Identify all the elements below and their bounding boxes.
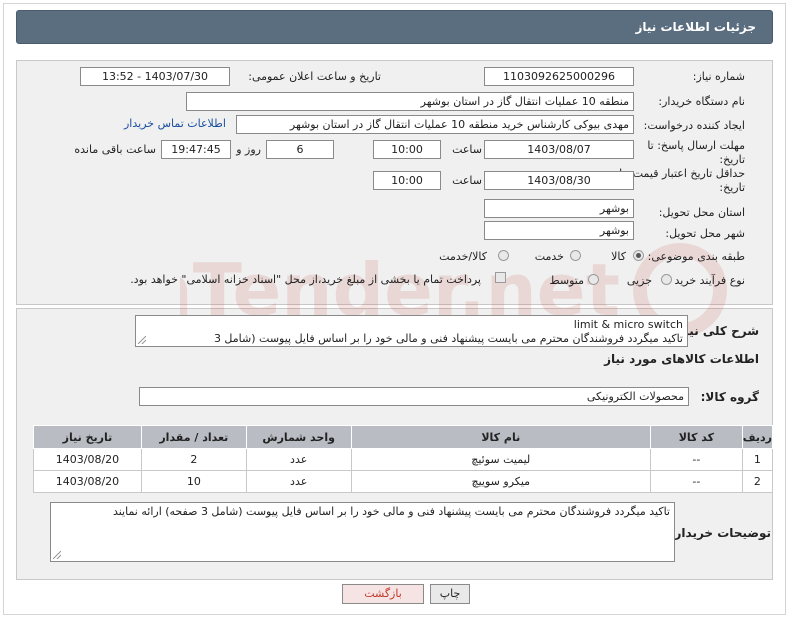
announce-field: 1403/07/30 - 13:52 bbox=[80, 67, 230, 86]
category-radio-service[interactable] bbox=[570, 250, 581, 261]
cell-code: -- bbox=[649, 448, 743, 471]
treasury-payment-checkbox[interactable] bbox=[495, 272, 506, 283]
back-button[interactable]: بازگشت bbox=[342, 584, 424, 604]
col-name: نام کالا bbox=[350, 425, 651, 449]
deadline-date-field: 1403/08/07 bbox=[484, 140, 634, 159]
cell-code: -- bbox=[649, 470, 743, 493]
validity-time-field: 10:00 bbox=[373, 171, 441, 190]
need-number-label: شماره نیاز: bbox=[692, 70, 745, 83]
process-option-minor: جزیی bbox=[626, 274, 652, 287]
category-label: طبقه بندی موضوعی: bbox=[647, 250, 745, 263]
validity-time-label: ساعت bbox=[452, 174, 482, 187]
resize-handle-icon[interactable] bbox=[138, 336, 146, 344]
need-number-field: 1103092625000296 bbox=[484, 67, 634, 86]
process-radio-minor[interactable] bbox=[661, 274, 672, 285]
city-label: شهر محل تحویل: bbox=[665, 227, 745, 240]
validity-date-label: تاریخ: bbox=[719, 181, 745, 194]
validity-label: حداقل تاریخ اعتبار قیمت: تا bbox=[619, 167, 745, 180]
deadline-label: مهلت ارسال پاسخ: تا bbox=[647, 139, 745, 152]
goods-group-label: گروه کالا: bbox=[700, 390, 759, 404]
city-field: بوشهر bbox=[484, 221, 634, 240]
category-radio-goods-service[interactable] bbox=[498, 250, 509, 261]
creator-field: مهدی بیوکی کارشناس خرید منطقه 10 عملیات … bbox=[236, 115, 634, 134]
summary-textarea[interactable]: limit & micro switch تاکید میگردد فروشند… bbox=[135, 315, 688, 347]
category-radio-goods[interactable] bbox=[633, 250, 644, 261]
col-date: تاریخ نیاز bbox=[33, 425, 142, 449]
goods-group-field: محصولات الکترونیکی bbox=[139, 387, 689, 406]
category-option-goods: کالا bbox=[611, 250, 626, 263]
category-option-service: خدمت bbox=[534, 250, 564, 263]
col-qty: تعداد / مقدار bbox=[140, 425, 247, 449]
province-label: استان محل تحویل: bbox=[658, 206, 745, 219]
process-option-medium: متوسط bbox=[549, 274, 584, 287]
buyer-contact-link[interactable]: اطلاعات تماس خریدار bbox=[124, 117, 226, 130]
buyer-notes-text: تاکید میگردد فروشندگان محترم می بایست پی… bbox=[112, 505, 670, 518]
deadline-time-label: ساعت bbox=[452, 143, 482, 156]
cell-qty: 2 bbox=[140, 448, 247, 471]
cell-name: لیمیت سوئیچ bbox=[350, 448, 651, 471]
table-row: 1 -- لیمیت سوئیچ عدد 2 1403/08/20 bbox=[33, 448, 774, 471]
category-option-goods-service: کالا/خدمت bbox=[439, 250, 487, 263]
province-field: بوشهر bbox=[484, 199, 634, 218]
days-remaining-field: 6 bbox=[266, 140, 334, 159]
resize-handle-icon[interactable] bbox=[53, 551, 61, 559]
goods-table: ردیف کد کالا نام کالا واحد شمارش تعداد /… bbox=[33, 425, 774, 493]
creator-label: ایجاد کننده درخواست: bbox=[643, 119, 745, 132]
days-label: روز و bbox=[236, 143, 261, 156]
table-row: 2 -- میکرو سوییچ عدد 10 1403/08/20 bbox=[33, 470, 774, 493]
col-code: کد کالا bbox=[649, 425, 743, 449]
goods-section-title: اطلاعات کالاهای مورد نیاز bbox=[604, 352, 759, 366]
page-title: جزئیات اطلاعات نیاز bbox=[635, 20, 756, 34]
buyer-org-label: نام دستگاه خریدار: bbox=[658, 95, 745, 108]
process-radio-medium[interactable] bbox=[588, 274, 599, 285]
buyer-org-field: منطقه 10 عملیات انتقال گاز در استان بوشه… bbox=[186, 92, 634, 111]
process-label: نوع فرآیند خرید : bbox=[667, 274, 745, 287]
page-header: جزئیات اطلاعات نیاز bbox=[16, 10, 773, 44]
buyer-notes-textarea[interactable]: تاکید میگردد فروشندگان محترم می بایست پی… bbox=[50, 502, 675, 562]
cell-row: 1 bbox=[741, 448, 774, 471]
buyer-notes-label: توضیحات خریدار: bbox=[669, 526, 771, 540]
validity-date-field: 1403/08/30 bbox=[484, 171, 634, 190]
deadline-date-label: تاریخ: bbox=[719, 153, 745, 166]
goods-table-header: ردیف کد کالا نام کالا واحد شمارش تعداد /… bbox=[33, 425, 774, 449]
time-remaining-field: 19:47:45 bbox=[161, 140, 231, 159]
col-row: ردیف bbox=[741, 425, 774, 449]
cell-row: 2 bbox=[741, 470, 774, 493]
cell-unit: عدد bbox=[245, 470, 352, 493]
time-remaining-label: ساعت باقی مانده bbox=[74, 143, 156, 156]
deadline-time-field: 10:00 bbox=[373, 140, 441, 159]
print-button[interactable]: چاپ bbox=[430, 584, 470, 604]
treasury-payment-note: پرداخت تمام یا بخشی از مبلغ خرید،از محل … bbox=[130, 273, 481, 286]
announce-label: تاریخ و ساعت اعلان عمومی: bbox=[248, 70, 381, 83]
summary-line-2: تاکید میگردد فروشندگان محترم می بایست پی… bbox=[213, 332, 683, 345]
col-unit: واحد شمارش bbox=[245, 425, 352, 449]
cell-qty: 10 bbox=[140, 470, 247, 493]
cell-name: میکرو سوییچ bbox=[350, 470, 651, 493]
summary-line-1: limit & micro switch bbox=[573, 318, 683, 331]
cell-date: 1403/08/20 bbox=[33, 470, 142, 493]
cell-unit: عدد bbox=[245, 448, 352, 471]
cell-date: 1403/08/20 bbox=[33, 448, 142, 471]
